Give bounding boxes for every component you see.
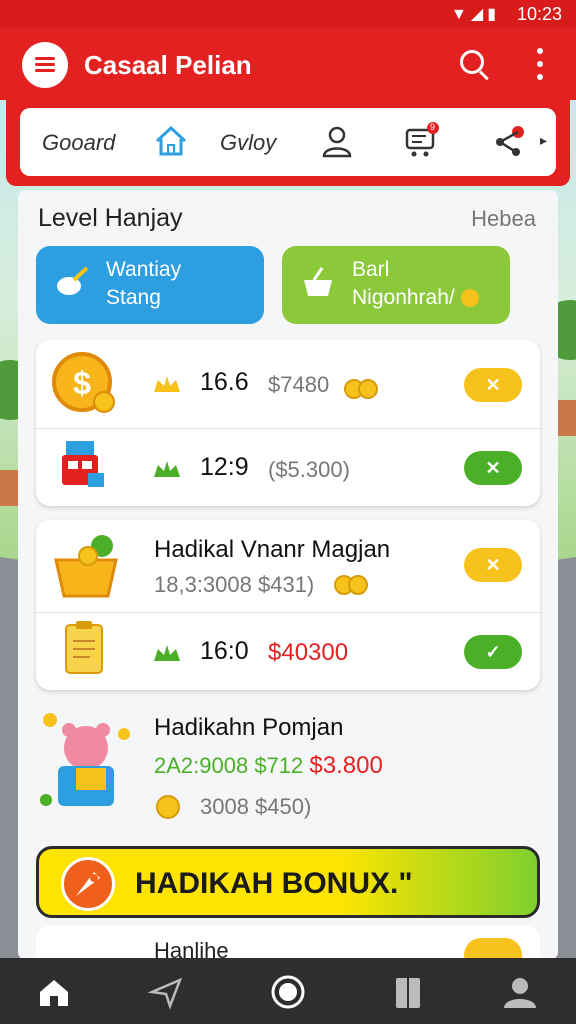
reward-line1-a: 2A2:9008 (154, 753, 249, 778)
circle-icon[interactable] (268, 972, 308, 1012)
section-link[interactable]: Hebea (471, 206, 536, 232)
cart-badge: 9 (430, 122, 436, 132)
status-bar: ▼◢▮ 10:23 (0, 0, 576, 28)
action-label-line2: Stang (106, 286, 161, 309)
menu-icon-bar (35, 69, 55, 72)
reward-card-1: $ 16.6 $7480 ✕ 12:9 ($5.300) ✕ (36, 340, 540, 506)
action-button-2[interactable]: Barl Nigonhrah/ (282, 246, 510, 324)
app-bar: Casaal Pelian (0, 28, 576, 100)
reward-subtitle: 18,3:3008 $431) (154, 572, 315, 597)
wifi-icon: ▼ (451, 6, 471, 23)
bottom-navigation (0, 958, 576, 1024)
claim-button[interactable]: ✕ (464, 368, 522, 402)
home-icon[interactable] (34, 972, 74, 1012)
section-title: Level Hanjay (38, 204, 183, 232)
more-vert-icon-dot (537, 61, 543, 67)
action-label-line1: Wantiay (106, 258, 182, 281)
action-label-line1: Barl (352, 258, 390, 281)
reward-card-2: Hadikal Vnanr Magjan 18,3:3008 $431) ✕ 1… (36, 520, 540, 690)
reward-price: $40300 (268, 639, 349, 666)
user-icon[interactable] (318, 122, 356, 160)
reward-title: Hanlihe (154, 938, 229, 960)
reward-line1-b: $712 (254, 753, 304, 778)
document-icon (60, 619, 110, 679)
reward-row: Hadikal Vnanr Magjan 18,3:3008 $431) ✕ (36, 520, 540, 608)
battery-icon: ▮ (487, 6, 500, 23)
crown-icon (152, 374, 182, 394)
status-icons: ▼◢▮ (451, 4, 500, 24)
reward-price: ($5.300) (268, 457, 350, 482)
dollar-coin-icon: $ (52, 352, 116, 416)
action-label-line2-text: Nigonhrah/ (352, 286, 455, 309)
tab-bar: Gooard Gvloy 9 ▸ (20, 108, 556, 176)
reward-row: 16:0 $40300 ✓ (36, 612, 540, 690)
status-time: 10:23 (516, 4, 562, 24)
tab-strip-container: Gooard Gvloy 9 ▸ (6, 100, 570, 186)
cart-icon[interactable]: 9 (402, 122, 440, 160)
leaf-icon (152, 643, 182, 663)
reward-card-4: Hanlihe (36, 926, 540, 960)
tab-gooard[interactable]: Gooard (42, 130, 115, 156)
reward-line2: 3008 $450) (200, 794, 312, 819)
share-icon[interactable] (492, 122, 530, 160)
leaf-icon (152, 459, 182, 479)
reward-line1-c: $3.800 (309, 752, 383, 779)
action-label: Barl Nigonhrah/ (352, 256, 479, 312)
menu-icon-bar (35, 63, 55, 66)
rocket-icon (61, 857, 115, 911)
coin-icon (460, 289, 479, 308)
reward-title: Hadikahn Pomjan (154, 714, 344, 741)
bonus-banner[interactable]: HADIKAH BONUX." (36, 846, 540, 918)
reward-value: 12:9 (200, 453, 249, 481)
bonus-text: HADIKAH BONUX." (135, 867, 413, 900)
main-panel: Level Hanjay Hebea Wantiay Stang Barl Ni… (18, 190, 558, 960)
reward-line1: 2A2:9008 $712 $3.800 (154, 752, 383, 780)
bowl-icon (54, 264, 90, 300)
more-options-button[interactable] (530, 46, 550, 82)
reward-card-3: Hadikahn Pomjan 2A2:9008 $712 $3.800 300… (36, 704, 540, 836)
scroll-right-icon[interactable]: ▸ (540, 132, 547, 149)
basket-icon (300, 264, 336, 300)
confirm-button[interactable]: ✓ (464, 635, 522, 669)
tab-gvloy[interactable]: Gvloy (220, 130, 276, 156)
menu-button[interactable] (22, 42, 68, 88)
reward-value: 16:0 (200, 637, 249, 665)
svg-text:$: $ (73, 365, 91, 401)
search-button[interactable] (456, 46, 492, 82)
claim-button[interactable]: ✕ (464, 548, 522, 582)
action-label: Wantiay Stang (106, 256, 181, 312)
more-vert-icon (537, 48, 543, 54)
menu-icon (35, 57, 55, 60)
reward-price: $7480 (268, 372, 330, 397)
search-icon-handle (478, 70, 489, 81)
profile-icon[interactable] (500, 972, 540, 1012)
coins-icon (332, 574, 372, 596)
action-label-line2: Nigonhrah/ (352, 284, 479, 312)
reward-row: $ 16.6 $7480 ✕ (36, 340, 540, 428)
signal-icon: ◢ (470, 6, 488, 23)
bear-mascot-icon (36, 704, 136, 824)
coins-icon (342, 378, 382, 400)
home-icon[interactable] (152, 122, 190, 160)
more-vert-icon-dot (537, 74, 543, 80)
book-icon[interactable] (388, 972, 428, 1012)
send-icon[interactable] (146, 972, 186, 1012)
reward-row: 12:9 ($5.300) ✕ (36, 428, 540, 506)
app-title: Casaal Pelian (84, 50, 252, 80)
reward-value: 16.6 (200, 368, 249, 396)
cash-register-icon (52, 435, 116, 499)
reward-title: Hadikal Vnanr Magjan (154, 536, 391, 563)
action-button-1[interactable]: Wantiay Stang (36, 246, 264, 324)
claim-button[interactable] (464, 938, 522, 960)
coin-stack-icon (154, 794, 182, 820)
basket-coins-icon (52, 532, 118, 598)
claim-button[interactable]: ✕ (464, 451, 522, 485)
